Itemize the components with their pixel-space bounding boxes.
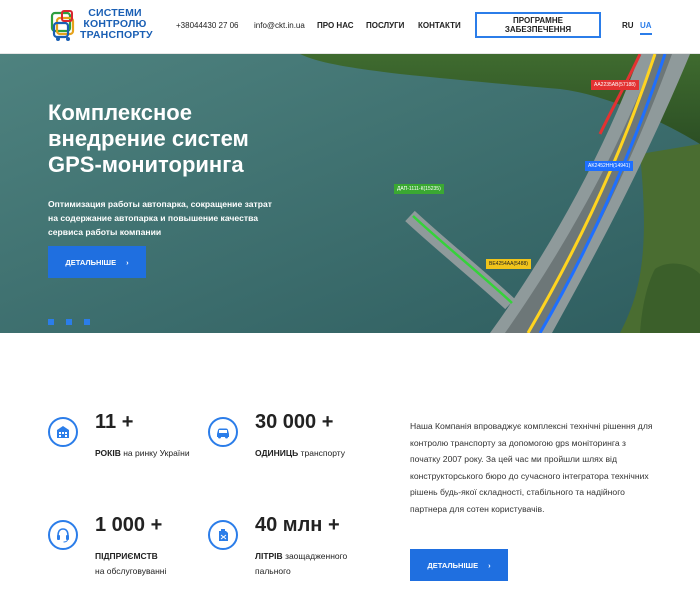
slider-dots xyxy=(48,319,90,325)
software-button[interactable]: ПРОГРАМНЕ ЗАБЕЗПЕЧЕННЯ xyxy=(475,12,601,38)
stat-label-bold: РОКІВ xyxy=(95,448,121,458)
stat-number: 1 000 + xyxy=(95,514,163,536)
logo-mark-icon xyxy=(50,10,75,41)
nav-about[interactable]: ПРО НАС xyxy=(317,21,354,30)
building-icon xyxy=(48,417,78,447)
headset-icon xyxy=(48,520,78,550)
logo-line: ТРАНСПОРТУ xyxy=(80,29,153,41)
stat-description: ПІДПРИЄМСТВ на обслуговуванні xyxy=(95,549,215,579)
slider-dot[interactable] xyxy=(66,319,72,325)
stat-description: ОДИНИЦЬ транспорту xyxy=(255,446,375,461)
phone-link[interactable]: +38044430 27 06 xyxy=(176,21,239,30)
lang-ru[interactable]: RU xyxy=(622,21,634,30)
stat-label-rest: на обслуговуванні xyxy=(95,566,167,576)
stat-number: 40 млн + xyxy=(255,514,340,536)
hero-details-button[interactable]: ДЕТАЛЬНІШЕ › xyxy=(48,246,146,278)
map-tag-label: AK2452HH(14941) xyxy=(588,163,631,169)
site-header: СИСТЕМИ КОНТРОЛЮ ТРАНСПОРТУ +38044430 27… xyxy=(0,0,700,54)
stat-description: РОКІВ на ринку України xyxy=(95,446,215,461)
hero-title: Комплексное внедрение систем GPS-монитор… xyxy=(48,100,249,177)
fuel-can-icon xyxy=(208,520,238,550)
hero-background-image xyxy=(0,54,700,333)
logo[interactable]: СИСТЕМИ КОНТРОЛЮ ТРАНСПОРТУ xyxy=(50,7,153,47)
map-tag-label: AA2235AB(57188) xyxy=(594,82,636,88)
chevron-right-icon: › xyxy=(488,560,491,570)
stat-number: 30 000 + xyxy=(255,411,334,433)
map-tag-green: ДАП-1111-К(15235) xyxy=(394,184,444,194)
stat-label-rest: транспорту xyxy=(300,448,346,458)
email-link[interactable]: info@ckt.in.ua xyxy=(254,21,305,30)
stat-label-bold: ОДИНИЦЬ xyxy=(255,448,299,458)
map-tag-blue: AK2452HH(14941) xyxy=(585,161,634,171)
hero-subtitle: Оптимизация работы автопарка, сокращение… xyxy=(48,199,273,237)
lang-ua[interactable]: UA xyxy=(640,21,652,35)
stat-number: 11 + xyxy=(95,411,134,433)
button-label: ДЕТАЛЬНІШЕ xyxy=(427,560,479,570)
about-text: Наша Компанія впроваджує комплексні техн… xyxy=(410,421,653,514)
hero-slider: AA2235AB(57188) AK2452HH(14941) ДАП-1111… xyxy=(0,54,700,333)
chevron-right-icon: › xyxy=(126,257,129,267)
slider-dot[interactable] xyxy=(84,319,90,325)
slider-dot[interactable] xyxy=(48,319,54,325)
map-tag-red: AA2235AB(57188) xyxy=(591,80,639,90)
map-tag-label: BE4254AA(5488) xyxy=(489,261,528,267)
nav-services[interactable]: ПОСЛУГИ xyxy=(366,21,404,30)
stat-label-rest: на ринку України xyxy=(123,448,190,458)
map-tag-yellow: BE4254AA(5488) xyxy=(486,259,531,269)
button-label: ДЕТАЛЬНІШЕ xyxy=(65,257,117,267)
nav-contacts[interactable]: КОНТАКТИ xyxy=(418,21,461,30)
stat-label-bold: ЛІТРІВ xyxy=(255,551,283,561)
stat-label-bold: ПІДПРИЄМСТВ xyxy=(95,551,158,561)
logo-text: СИСТЕМИ КОНТРОЛЮ ТРАНСПОРТУ xyxy=(80,8,153,41)
about-details-button[interactable]: ДЕТАЛЬНІШЕ › xyxy=(410,549,508,581)
car-icon xyxy=(208,417,238,447)
stat-description: ЛІТРІВ заощадженного пального xyxy=(255,549,375,579)
map-tag-label: ДАП-1111-К(15235) xyxy=(397,186,441,192)
